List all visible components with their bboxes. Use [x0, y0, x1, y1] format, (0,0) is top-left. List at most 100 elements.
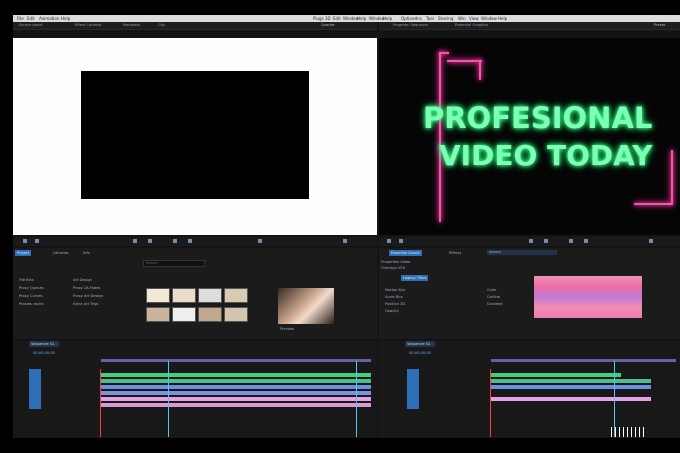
menu-item[interactable]: Help [498, 16, 507, 21]
tab-clip[interactable]: Clip [158, 23, 165, 27]
in-marker [490, 369, 491, 437]
clip-thumbnail[interactable] [198, 288, 222, 303]
tab-effect-controls[interactable]: Effect Controls [75, 23, 101, 27]
tree2-item-3[interactable]: Extra Art Trigs [73, 302, 98, 306]
track-targets[interactable] [407, 369, 419, 409]
program-step-back-icon[interactable] [399, 239, 403, 243]
tree-item-2[interactable]: Proxy Curves [19, 294, 42, 298]
menu-item[interactable]: Options [401, 16, 416, 21]
menu-item[interactable]: Win [458, 16, 466, 21]
video-track-clip[interactable] [491, 373, 621, 377]
audio-track-clip[interactable] [101, 397, 371, 401]
prop-3: Opacity [385, 309, 399, 313]
playhead[interactable] [614, 361, 615, 437]
tree-item-1[interactable]: Proxy Queues [19, 286, 44, 290]
clip-thumbnail[interactable] [172, 288, 196, 303]
tab-project[interactable]: Project [15, 250, 32, 256]
program-play-icon[interactable] [529, 239, 533, 243]
timeline-right-timecode: 00;00;00;00 [409, 351, 431, 355]
menu-item[interactable]: Help [357, 16, 366, 21]
video-track-clip[interactable] [491, 379, 651, 383]
tab-legacy-titles[interactable]: Legacy Titles [401, 275, 429, 281]
tree2-item-2[interactable]: Proxy Art Design [73, 294, 103, 298]
effects-search-input[interactable]: Search [487, 250, 557, 255]
menu-item[interactable]: Plugs [313, 16, 324, 21]
program-monitor-tabs: Program: Sequence Essential Graphics Pre… [379, 22, 680, 30]
timeline-left-timecode: 00;00;00;00 [33, 351, 55, 355]
timeline-left: Sequence 01 00;00;00;00 [13, 341, 377, 438]
in-marker [100, 369, 101, 437]
label-gradient: Gradient [487, 302, 503, 306]
settings-icon[interactable] [343, 239, 347, 243]
color-gradient-preview[interactable] [534, 276, 642, 318]
tree2-item-1[interactable]: Proxy 2A Fades [73, 286, 100, 290]
program-mark-in-icon[interactable] [387, 239, 391, 243]
tree-item-0[interactable]: File Bins [19, 278, 34, 282]
audio-track-clip[interactable] [491, 385, 651, 389]
menu-item[interactable]: Help [61, 16, 70, 21]
tab-metadata[interactable]: Metadata [123, 23, 140, 27]
playhead[interactable] [168, 361, 169, 437]
insert-icon[interactable] [173, 239, 177, 243]
timeline-right-tab[interactable]: Sequence 02 [405, 341, 435, 347]
program-step-forward-icon[interactable] [544, 239, 548, 243]
menu-item[interactable]: Animation [39, 16, 59, 21]
menu-item[interactable]: Edit [333, 16, 341, 21]
work-area-bar[interactable] [491, 359, 676, 362]
tab-essential-sound[interactable]: Essential Sound [389, 250, 422, 256]
menu-item[interactable]: Tool [426, 16, 434, 21]
audio-track-clip[interactable] [101, 391, 371, 395]
clip-thumbnail[interactable] [224, 307, 248, 322]
video-track-clip[interactable] [101, 373, 371, 377]
menu-item[interactable]: Sharing [438, 16, 453, 21]
tab-effects[interactable]: Effects [449, 251, 461, 255]
overwrite-icon[interactable] [188, 239, 192, 243]
tab-info[interactable]: Info [83, 251, 90, 255]
project-panel: Project Libraries Info Search File Bins … [13, 248, 377, 339]
play-icon[interactable] [133, 239, 137, 243]
menu-item[interactable]: View [469, 16, 479, 21]
tree2-item-0[interactable]: Art Design [73, 278, 92, 282]
program-settings-icon[interactable] [649, 239, 653, 243]
extract-icon[interactable] [584, 239, 588, 243]
menu-item[interactable]: File [17, 16, 24, 21]
menu-item[interactable]: Help [383, 16, 392, 21]
timeline-left-tab[interactable]: Sequence 01 [29, 341, 59, 347]
effects-panel: Essential Sound Effects Search Propertie… [379, 248, 680, 339]
menu-item[interactable]: Edit [27, 16, 35, 21]
lift-icon[interactable] [569, 239, 573, 243]
clip-thumbnail[interactable] [146, 288, 170, 303]
clip-thumbnail[interactable] [224, 288, 248, 303]
preview-label: Preview [280, 327, 294, 331]
timeline-right: Sequence 02 00;00;00;00 [379, 341, 680, 438]
menu-item[interactable]: Window [481, 16, 497, 21]
out-marker [356, 361, 357, 437]
clip-thumbnail[interactable] [146, 307, 170, 322]
tree-item-3[interactable]: Proxies cache [19, 302, 44, 306]
clip-thumbnail[interactable] [172, 307, 196, 322]
step-back-icon[interactable] [35, 239, 39, 243]
preview-thumbnail[interactable] [278, 288, 334, 324]
step-forward-icon[interactable] [148, 239, 152, 243]
tab-program[interactable]: Program: Sequence [393, 23, 428, 27]
work-area-bar[interactable] [101, 359, 371, 362]
tab-libraries[interactable]: Libraries [53, 251, 69, 255]
export-frame-icon[interactable] [258, 239, 262, 243]
audio-track-clip[interactable] [101, 385, 371, 389]
project-search-input[interactable]: Search [143, 260, 205, 267]
audio-track-clip[interactable] [491, 397, 651, 401]
effects-heading2: Overlays VFX [381, 266, 405, 270]
label-outline: Outline [487, 295, 501, 299]
menu-item[interactable]: Ins [416, 16, 422, 21]
audio-track-clip[interactable] [101, 403, 371, 407]
video-track-clip[interactable] [101, 379, 371, 383]
mark-in-icon[interactable] [23, 239, 27, 243]
prop-0: Motion Blur [385, 288, 406, 292]
tab-essential-graphics[interactable]: Essential Graphics [455, 23, 488, 27]
tab-source[interactable]: Source panel [19, 23, 42, 27]
source-monitor-tabs: Source panel Effect Controls Metadata Cl… [13, 22, 377, 30]
track-targets[interactable] [29, 369, 41, 409]
menu-item[interactable]: 3D [325, 16, 331, 21]
source-monitor-view [13, 38, 377, 235]
clip-thumbnail[interactable] [198, 307, 222, 322]
